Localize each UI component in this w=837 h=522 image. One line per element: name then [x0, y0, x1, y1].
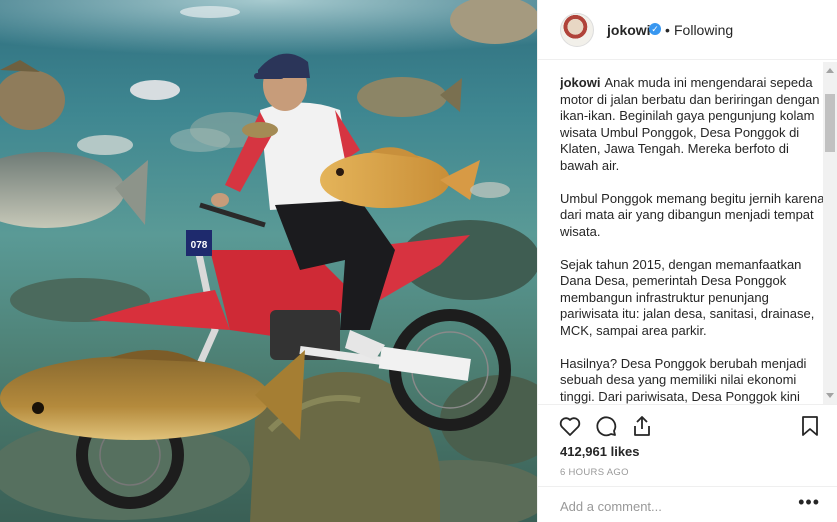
caption: jokowi Anak muda ini mengendarai sepeda m… [560, 75, 825, 405]
share-icon[interactable] [630, 414, 654, 438]
header-separator: • [665, 22, 670, 38]
verified-badge-icon: ✓ [649, 23, 661, 35]
comment-icon[interactable] [594, 414, 618, 438]
scroll-up-arrow-icon[interactable] [826, 68, 834, 73]
heart-icon[interactable] [558, 414, 582, 438]
number-plate-text: 078 [191, 240, 208, 251]
following-button[interactable]: Following [674, 22, 733, 38]
underwater-photo: 078 [0, 0, 537, 522]
post-photo[interactable]: 078 [0, 0, 537, 522]
more-options-icon[interactable]: ••• [798, 493, 820, 511]
tilapia-top-left [0, 60, 65, 130]
comment-input[interactable] [558, 495, 797, 517]
caption-paragraph-4: Hasilnya? Desa Ponggok berubah menjadi s… [560, 355, 807, 404]
username-link[interactable]: jokowi [607, 22, 651, 38]
scroll-down-arrow-icon[interactable] [826, 393, 834, 398]
caption-paragraph-2: Umbul Ponggok memang begitu jernih karen… [560, 190, 825, 239]
tilapia-middle [357, 77, 462, 117]
post-details-panel: jokowi ✓ • Following jokowi Anak muda ini… [537, 0, 837, 522]
avatar[interactable] [560, 13, 594, 47]
post-header: jokowi ✓ • Following [538, 0, 837, 60]
caption-paragraph-3: Sejak tahun 2015, dengan memanfaatkan Da… [560, 256, 815, 338]
scrollbar-thumb[interactable] [825, 94, 835, 152]
caption-paragraph-1: jokowi Anak muda ini mengendarai sepeda m… [560, 75, 825, 174]
tilapia-left [0, 152, 148, 228]
post-timestamp[interactable]: 6 HOURS AGO [560, 467, 629, 478]
likes-count[interactable]: 412,961 likes [560, 444, 640, 459]
bookmark-icon[interactable] [798, 414, 822, 438]
comment-bar: ••• [538, 486, 837, 522]
caption-username-link[interactable]: jokowi [560, 75, 600, 90]
caption-scrollbar[interactable] [823, 62, 837, 404]
action-bar [538, 404, 837, 444]
